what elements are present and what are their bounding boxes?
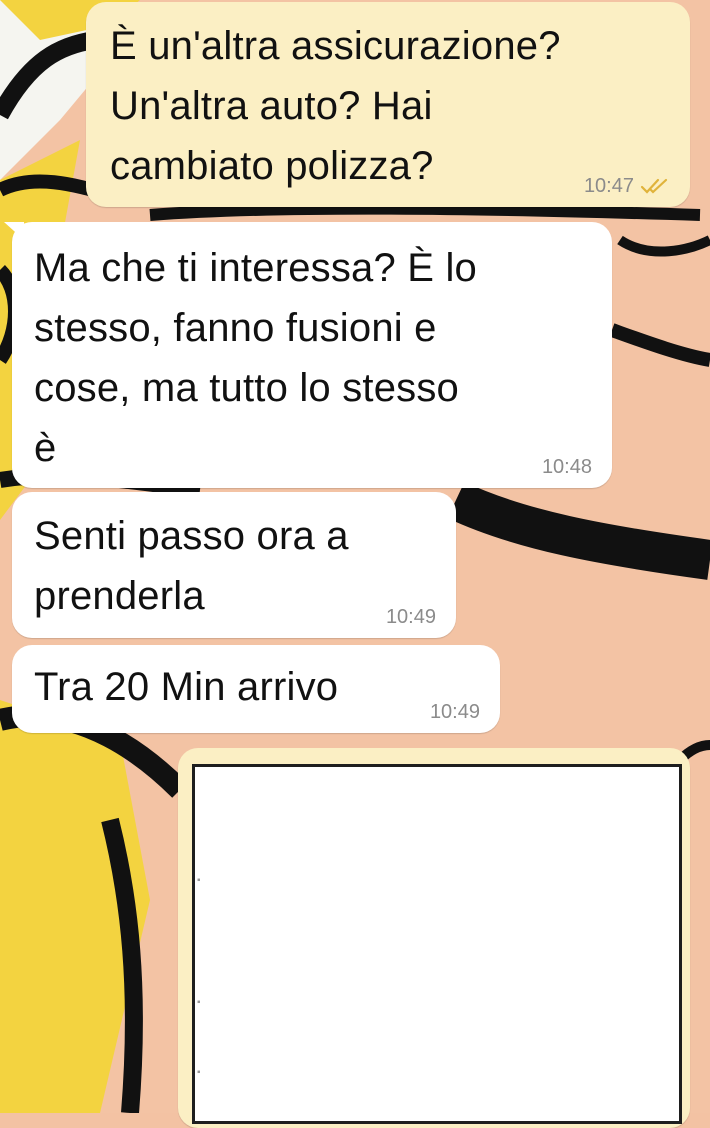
message-meta: 10:49 — [430, 701, 480, 723]
image-faint-mark: ▪ — [197, 875, 201, 886]
message-meta: 10:47 — [584, 175, 670, 197]
message-time: 10:47 — [583, 175, 634, 197]
image-faint-mark: ▪ — [197, 997, 201, 1008]
message-time: 10:49 — [385, 606, 436, 628]
double-check-icon — [640, 177, 670, 195]
image-faint-mark: ▪ — [197, 1067, 201, 1078]
image-attachment-preview[interactable]: ▪ ▪ ▪ — [192, 764, 682, 1124]
chat-thread[interactable]: È un'altra assicurazione? Un'altra auto?… — [0, 0, 710, 1128]
message-time: 10:49 — [429, 701, 480, 723]
message-text: Senti passo ora a prenderla — [34, 514, 349, 618]
message-bubble-incoming[interactable]: Ma che ti interessa? È lo stesso, fanno … — [4, 222, 612, 488]
message-meta: 10:48 — [542, 456, 592, 478]
message-bubble-outgoing[interactable]: È un'altra assicurazione? Un'altra auto?… — [86, 2, 690, 207]
message-text: Ma che ti interessa? È lo stesso, fanno … — [34, 246, 477, 470]
message-text: Tra 20 Min arrivo — [34, 665, 339, 709]
bubble-tail-icon — [4, 222, 24, 240]
image-message-outgoing[interactable]: ▪ ▪ ▪ — [178, 748, 690, 1128]
message-time: 10:48 — [541, 456, 592, 478]
message-text: È un'altra assicurazione? Un'altra auto?… — [110, 24, 561, 188]
message-bubble-incoming[interactable]: Tra 20 Min arrivo 10:49 — [12, 645, 500, 733]
message-meta: 10:49 — [386, 606, 436, 628]
message-bubble-incoming[interactable]: Senti passo ora a prenderla 10:49 — [12, 492, 456, 638]
